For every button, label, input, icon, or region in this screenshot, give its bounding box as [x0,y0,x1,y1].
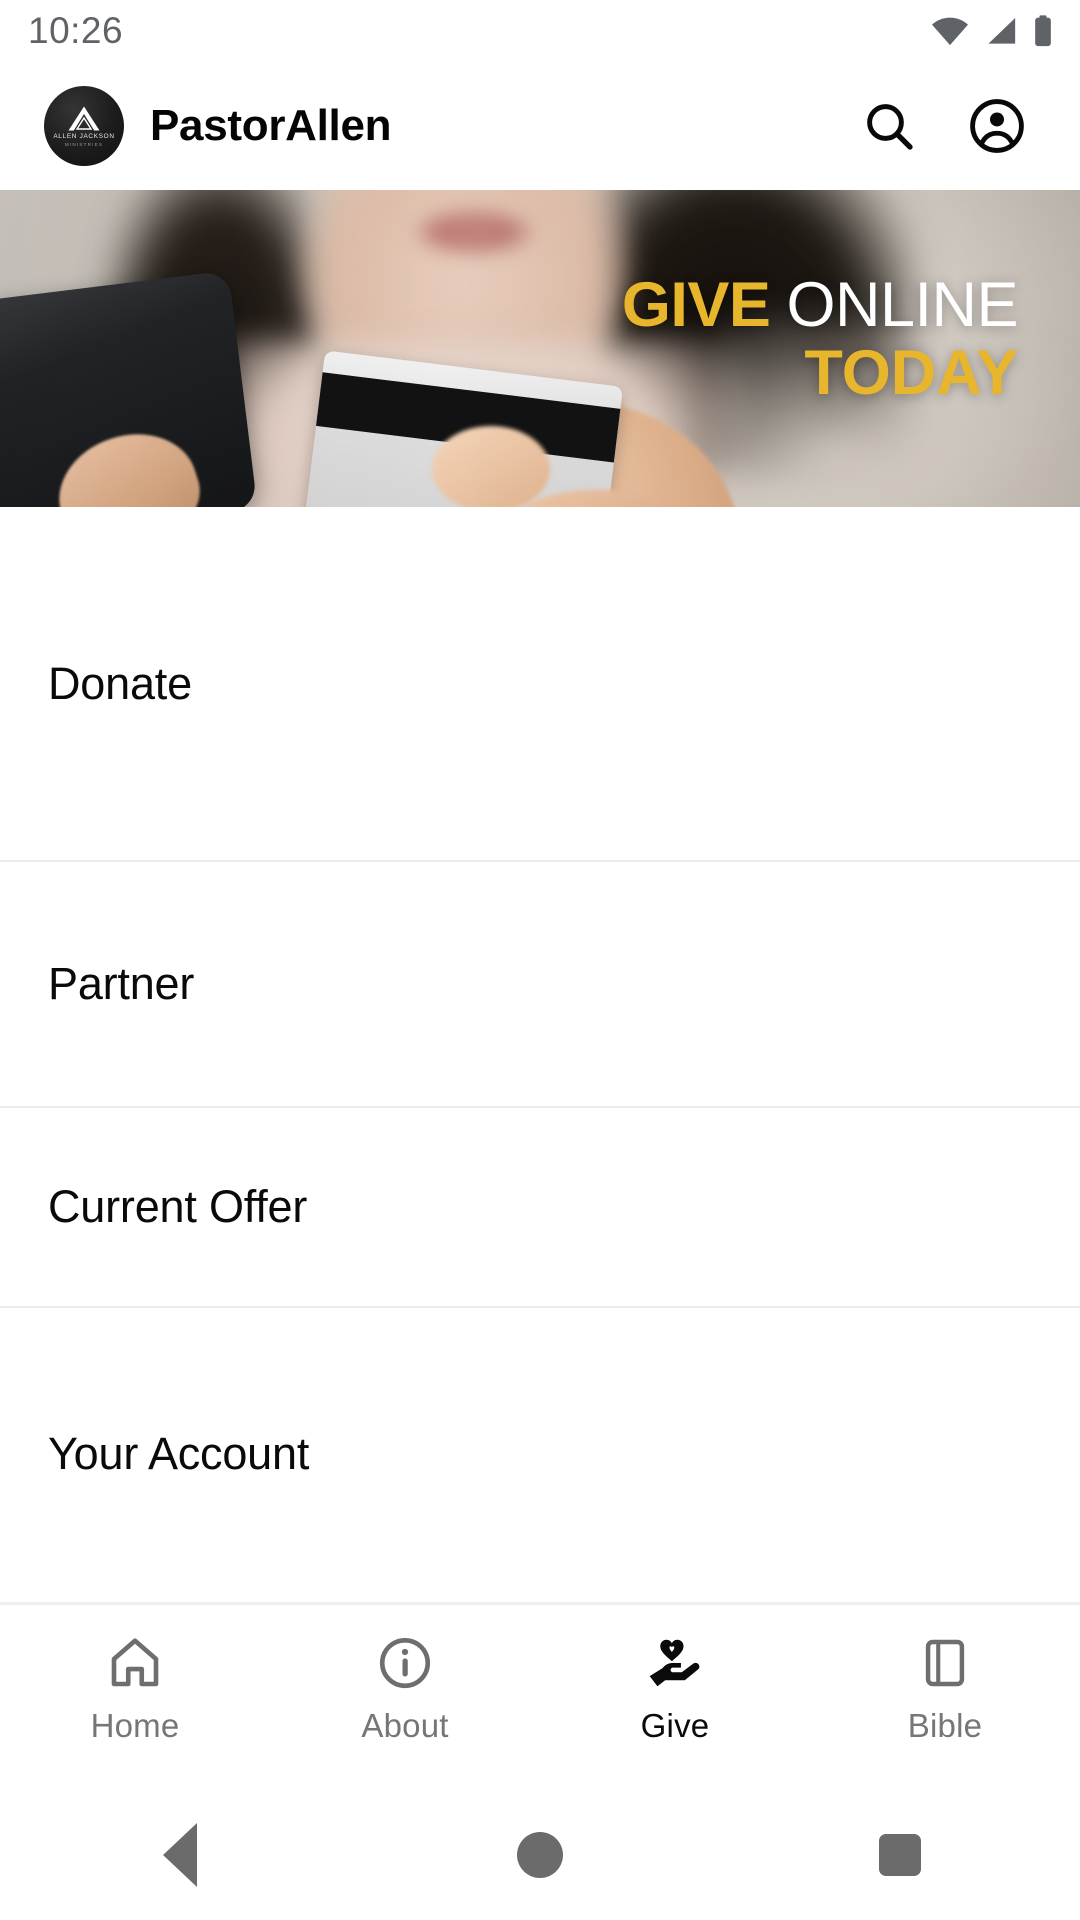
home-icon [105,1631,165,1695]
nav-tab-label: Give [640,1707,710,1744]
nav-tab-give[interactable]: Give [540,1605,810,1745]
info-circle-icon [375,1631,435,1695]
nav-tab-label: About [361,1707,449,1744]
volunteer-hand-heart-icon [644,1631,706,1695]
app-header: ALLEN JACKSON MINISTRIES PastorAllen [0,62,1080,190]
brand[interactable]: ALLEN JACKSON MINISTRIES PastorAllen [0,86,860,166]
logo-line-2: MINISTRIES [64,141,104,147]
logo-line-1: ALLEN JACKSON [53,132,115,140]
nav-tab-label: Home [90,1707,180,1744]
cellular-signal-icon [983,16,1019,46]
status-time: 10:26 [28,10,124,51]
hero-banner[interactable]: GIVE ONLINE TODAY [0,190,1080,507]
system-navigation-bar [0,1790,1080,1920]
hero-headline: GIVE ONLINE TODAY [622,274,1019,409]
app-title: PastorAllen [150,101,392,150]
hero-word-give: GIVE [621,270,771,340]
list-item-label: Current Offer [48,1181,308,1232]
wifi-icon [930,16,970,46]
list-item-partner[interactable]: Partner [0,862,1080,1106]
list-item-label: Partner [48,958,195,1009]
header-actions [860,97,1080,155]
list-item-current-offer[interactable]: Current Offer [0,1108,1080,1306]
search-icon[interactable] [860,97,918,155]
triangle-a-mark [68,106,100,131]
bottom-navigation: Home About Give Bible [0,1602,1080,1790]
status-icons [930,15,1054,47]
system-recents-button[interactable] [840,1795,960,1915]
list-item-your-account[interactable]: Your Account [0,1308,1080,1600]
book-icon [916,1631,974,1695]
account-circle-icon[interactable] [968,97,1026,155]
battery-icon [1032,15,1054,47]
app-screen: 10:26 ALLEN JACKSON MINISTRIES PastorAll… [0,0,1080,1920]
system-back-button[interactable] [120,1795,240,1915]
nav-tab-home[interactable]: Home [0,1605,270,1745]
menu-list: Donate Partner Current Offer Your Accoun… [0,507,1080,1600]
system-home-button[interactable] [480,1795,600,1915]
hero-word-today: TODAY [804,338,1018,409]
hero-word-online: ONLINE [786,270,1018,340]
list-item-donate[interactable]: Donate [0,507,1080,860]
nav-tab-about[interactable]: About [270,1605,540,1745]
list-item-label: Your Account [48,1428,310,1479]
nav-tab-label: Bible [907,1707,983,1744]
allen-jackson-ministries-logo: ALLEN JACKSON MINISTRIES [44,86,124,166]
list-item-label: Donate [48,657,192,709]
status-bar: 10:26 [0,0,1080,62]
nav-tab-bible[interactable]: Bible [810,1605,1080,1745]
